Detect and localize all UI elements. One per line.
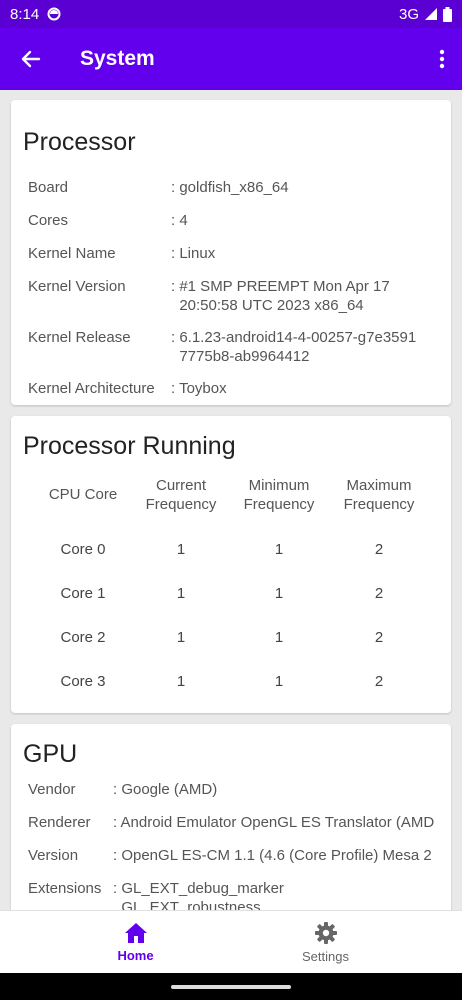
row-value: : Google (AMD)	[113, 781, 218, 798]
bottom-navigation: Home Settings	[0, 910, 462, 973]
cell-minimum: 1	[274, 541, 284, 558]
row-label: Kernel Architecture	[28, 380, 155, 397]
processor-row-board: Board : goldfish_x86_64	[28, 178, 289, 197]
gpu-card: GPU Vendor : Google (AMD) Renderer : And…	[11, 724, 451, 910]
home-icon	[124, 923, 147, 943]
cell-maximum: 2	[374, 673, 384, 690]
cell-core: Core 0	[60, 541, 106, 558]
status-time: 8:14	[10, 5, 40, 23]
row-label: Extensions	[28, 880, 102, 897]
row-label: Kernel Name	[28, 245, 116, 262]
row-value: : Linux	[171, 245, 216, 262]
content-scroll[interactable]: Processor Board : goldfish_x86_64 Cores …	[0, 90, 462, 910]
page-title: System	[80, 47, 155, 70]
row-label: Vendor	[28, 781, 76, 798]
battery-icon	[443, 6, 452, 22]
gpu-title: GPU	[23, 740, 78, 768]
column-header-current-frequency: Current Frequency	[145, 477, 217, 513]
processor-row-kernel-release: Kernel Release : 6.1.23-android14-4-0025…	[28, 328, 416, 366]
row-label: Cores	[28, 212, 69, 229]
processor-row-cores: Cores : 4	[28, 211, 188, 230]
back-button[interactable]	[0, 28, 62, 90]
gpu-row-extensions: Extensions : GL_EXT_debug_marker GL_EXT_…	[28, 879, 284, 910]
cell-maximum: 2	[374, 585, 384, 602]
processor-running-title: Processor Running	[23, 432, 236, 460]
row-label: Version	[28, 847, 79, 864]
status-bar: 8:14 3G	[0, 0, 462, 28]
cell-core: Core 3	[60, 673, 106, 690]
row-value: : GL_EXT_debug_marker GL_EXT_robustness	[113, 880, 284, 910]
column-header-maximum-frequency: Maximum Frequency	[343, 477, 415, 513]
cell-core: Core 2	[60, 629, 106, 646]
row-label: Kernel Version	[28, 278, 126, 295]
cell-current: 1	[176, 585, 186, 602]
cell-maximum: 2	[374, 629, 384, 646]
arrow-back-icon	[21, 50, 41, 68]
row-value: : OpenGL ES-CM 1.1 (4.6 (Core Profile) M…	[113, 847, 432, 864]
row-value: : #1 SMP PREEMPT Mon Apr 17 20:50:58 UTC…	[171, 278, 390, 314]
cell-core: Core 1	[60, 585, 106, 602]
cell-current: 1	[176, 673, 186, 690]
gpu-row-version: Version : OpenGL ES-CM 1.1 (4.6 (Core Pr…	[28, 846, 432, 865]
home-gesture-handle[interactable]	[171, 985, 291, 989]
processor-title: Processor	[23, 128, 136, 156]
more-vert-icon	[439, 49, 445, 69]
gesture-navigation-bar	[0, 973, 462, 1000]
row-label: Renderer	[28, 814, 91, 831]
signal-icon	[424, 7, 438, 21]
network-type: 3G	[398, 5, 419, 23]
cell-minimum: 1	[274, 673, 284, 690]
cell-maximum: 2	[374, 541, 384, 558]
row-value: : 4	[171, 212, 188, 229]
processor-row-kernel-version: Kernel Version : #1 SMP PREEMPT Mon Apr …	[28, 277, 390, 315]
processor-row-kernel-name: Kernel Name : Linux	[28, 244, 215, 263]
sync-icon	[47, 7, 61, 21]
overflow-menu-button[interactable]	[422, 28, 462, 90]
row-value: : 6.1.23-android14-4-00257-g7e3591 7775b…	[171, 329, 417, 365]
cell-current: 1	[176, 629, 186, 646]
column-header-cpu-core: CPU Core	[48, 486, 118, 503]
nav-settings[interactable]: Settings	[210, 911, 441, 974]
gear-icon	[314, 922, 337, 944]
gpu-row-renderer: Renderer : Android Emulator OpenGL ES Tr…	[28, 813, 434, 832]
gpu-row-vendor: Vendor : Google (AMD)	[28, 780, 217, 799]
row-value: : Toybox	[171, 380, 227, 397]
nav-settings-label: Settings	[302, 949, 349, 964]
cell-current: 1	[176, 541, 186, 558]
row-value: : Android Emulator OpenGL ES Translator …	[113, 814, 435, 831]
nav-home-label: Home	[117, 948, 154, 963]
cell-minimum: 1	[274, 585, 284, 602]
app-bar: System	[0, 28, 462, 90]
row-label: Kernel Release	[28, 329, 131, 346]
row-value: : goldfish_x86_64	[171, 179, 289, 196]
processor-card: Processor Board : goldfish_x86_64 Cores …	[11, 100, 451, 405]
processor-row-kernel-architecture: Kernel Architecture : Toybox	[28, 379, 227, 398]
column-header-minimum-frequency: Minimum Frequency	[243, 477, 315, 513]
cell-minimum: 1	[274, 629, 284, 646]
processor-running-card: Processor Running CPU Core Current Frequ…	[11, 416, 451, 713]
row-label: Board	[28, 179, 69, 196]
